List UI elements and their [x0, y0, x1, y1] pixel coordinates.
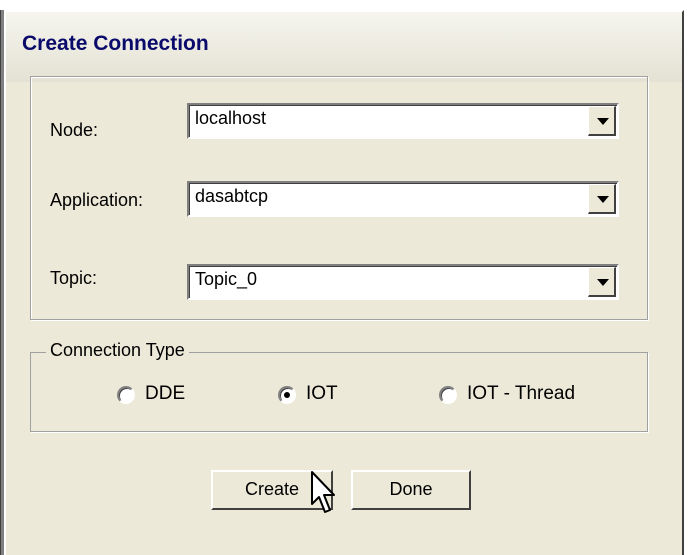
node-value: localhost — [195, 108, 267, 128]
radio-label-iot: IOT — [306, 383, 338, 404]
done-button[interactable]: Done — [351, 470, 471, 510]
chevron-down-icon — [597, 279, 609, 286]
application-dropdown-button[interactable] — [588, 184, 616, 214]
radio-label-dde: DDE — [145, 383, 186, 404]
chevron-down-icon — [597, 196, 609, 203]
node-dropdown-button[interactable] — [588, 106, 616, 136]
radio-label-iot-thread: IOT - Thread — [467, 383, 576, 404]
dialog-title-bar: Create Connection — [6, 12, 682, 82]
topic-dropdown-button[interactable] — [588, 267, 616, 297]
radio-button-dde[interactable] — [117, 386, 135, 404]
arrow-cursor-icon — [311, 471, 335, 513]
node-combobox[interactable]: localhost — [187, 103, 619, 139]
connection-type-legend: Connection Type — [46, 340, 189, 361]
chevron-down-icon — [597, 118, 609, 125]
radio-selected-dot — [284, 392, 290, 398]
dialog-title: Create Connection — [22, 32, 209, 55]
topic-combobox[interactable]: Topic_0 — [187, 264, 619, 300]
application-value: dasabtcp — [195, 186, 269, 206]
radio-button-iot-thread[interactable] — [439, 386, 457, 404]
topic-value: Topic_0 — [195, 269, 258, 289]
topic-label: Topic: — [50, 268, 98, 288]
application-combobox[interactable]: dasabtcp — [187, 181, 619, 217]
node-label: Node: — [50, 120, 99, 140]
application-label: Application: — [50, 190, 144, 210]
radio-button-iot[interactable] — [278, 386, 296, 404]
